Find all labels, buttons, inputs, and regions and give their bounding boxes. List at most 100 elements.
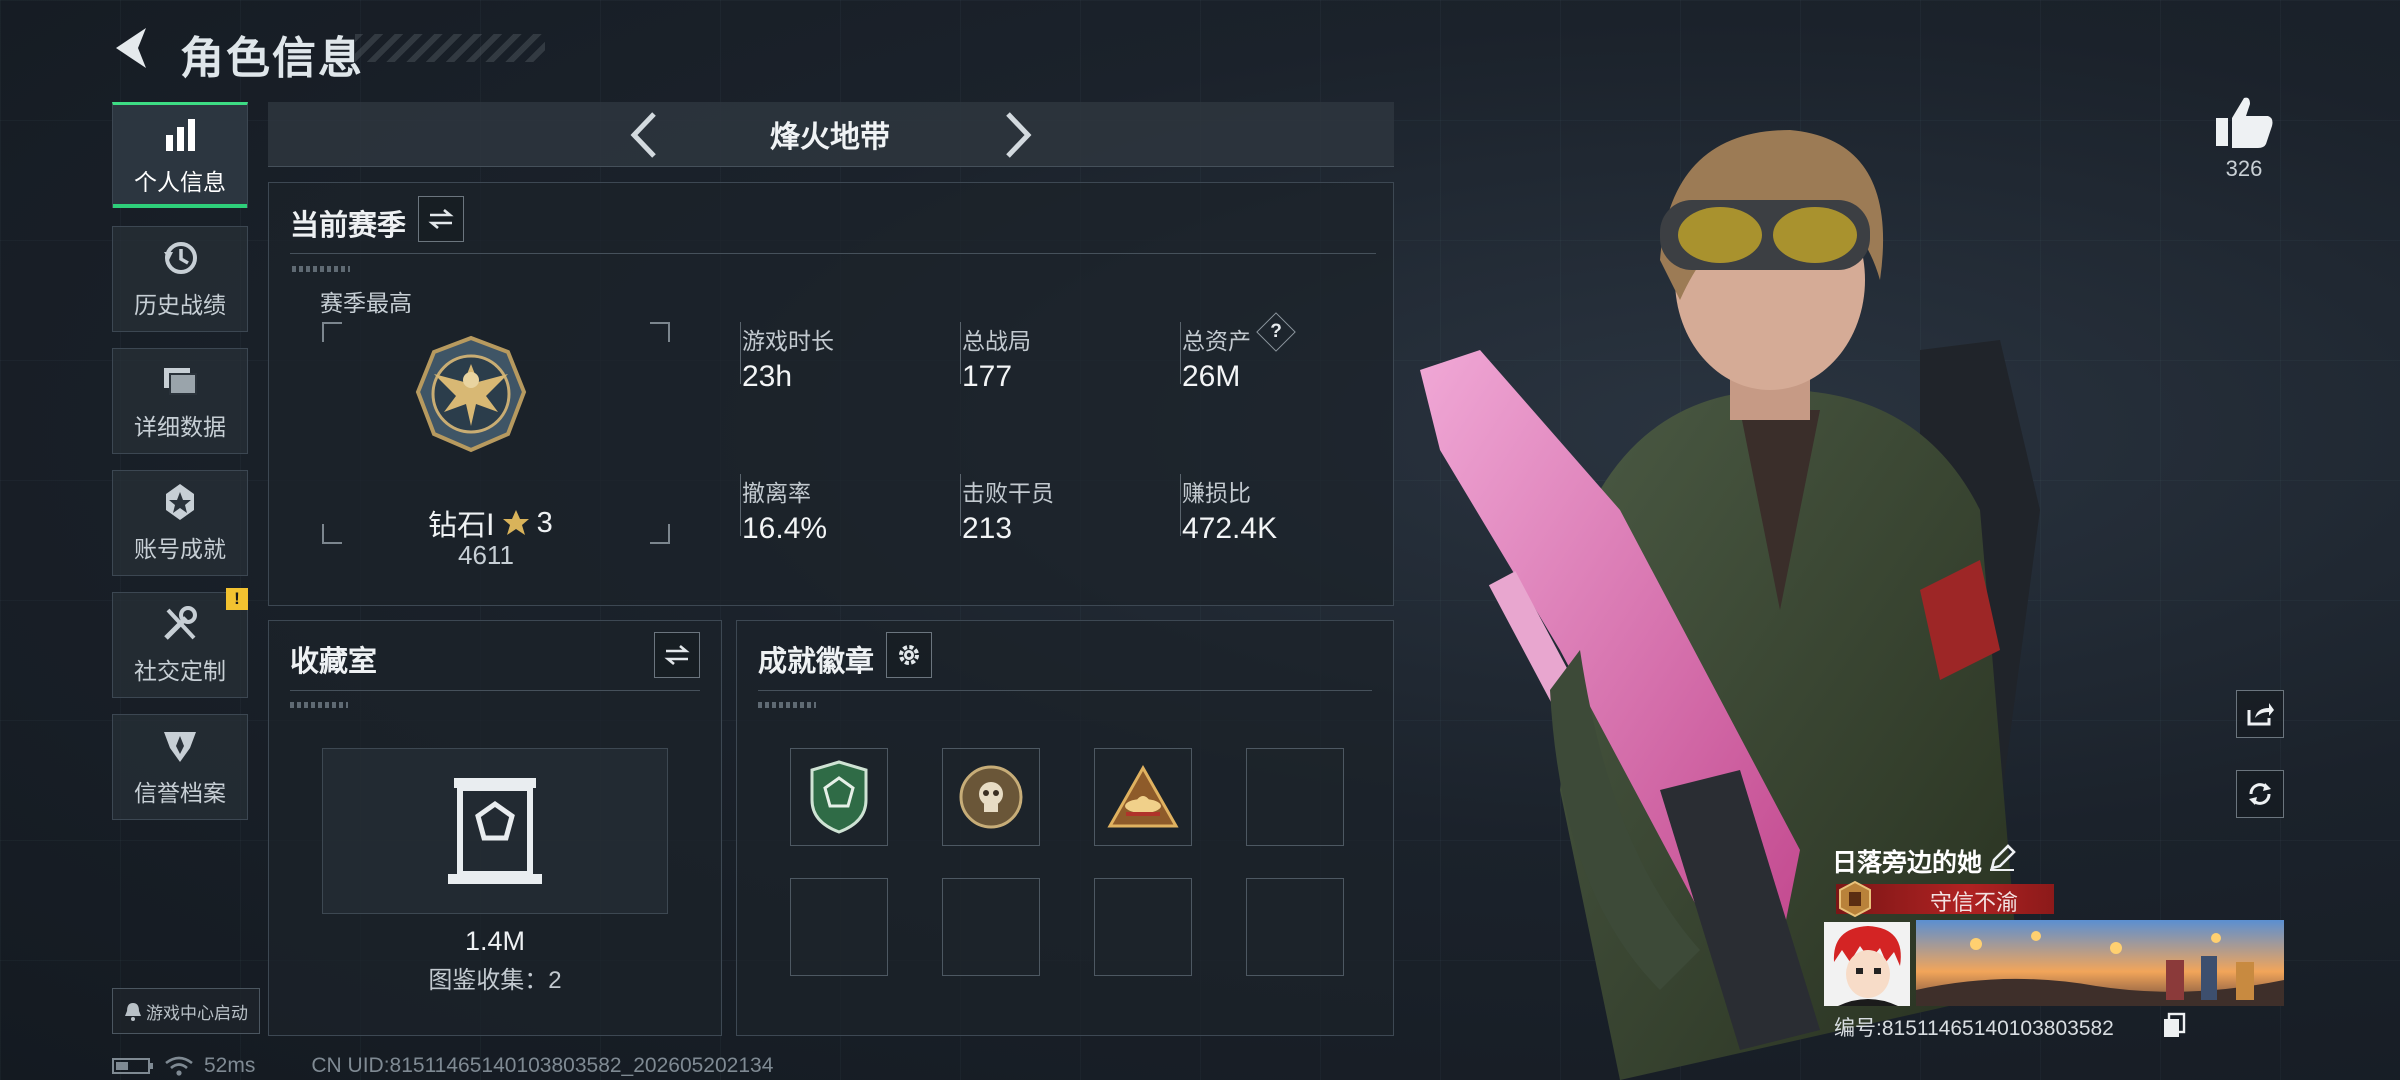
edit-pencil-icon[interactable] xyxy=(1988,844,2016,872)
copy-icon[interactable] xyxy=(2162,1012,2186,1038)
game-center-launch-button[interactable]: 游戏中心启动 xyxy=(112,988,260,1034)
refresh-icon xyxy=(2249,783,2271,805)
share-icon xyxy=(2247,703,2274,726)
bell-icon xyxy=(125,1003,141,1021)
badge-slot[interactable] xyxy=(1094,748,1192,846)
chevron-left-icon[interactable] xyxy=(626,110,662,160)
stat-value-playtime: 23h xyxy=(742,360,793,393)
diamond-rank-emblem-icon xyxy=(415,335,527,453)
stat-value-profit-ratio: 472.4K xyxy=(1182,512,1278,545)
collection-vault-icon xyxy=(448,778,542,884)
season-swap-button[interactable] xyxy=(418,196,464,242)
folder-icon xyxy=(164,368,197,395)
stat-divider xyxy=(1180,322,1181,384)
nav-item-achievements[interactable]: 账号成就 xyxy=(112,470,248,576)
dash-decoration xyxy=(290,702,348,708)
swap-arrows-icon xyxy=(428,209,454,229)
badge-slot[interactable] xyxy=(942,748,1040,846)
frame-corner xyxy=(650,524,670,544)
nav-item-personal-info[interactable]: 个人信息 xyxy=(112,102,248,208)
bar-chart-icon xyxy=(166,119,195,151)
title-emblem-icon xyxy=(1839,880,1871,918)
stat-value-kills: 213 xyxy=(962,512,1013,545)
help-icon[interactable]: ? xyxy=(1262,318,1290,346)
stat-value-total-matches: 177 xyxy=(962,360,1013,393)
thumbs-up-icon[interactable] xyxy=(2212,94,2276,150)
frame-corner xyxy=(322,524,342,544)
dash-decoration xyxy=(292,266,350,272)
player-name: 日落旁边的她 xyxy=(1832,849,1983,877)
badges-title: 成就徽章 xyxy=(758,646,875,678)
page-title: 角色信息 xyxy=(180,34,364,83)
rank-stars: 3 xyxy=(536,506,553,539)
share-button[interactable] xyxy=(2236,690,2284,738)
season-best-label: 赛季最高 xyxy=(320,290,412,316)
nav-label: 历史战绩 xyxy=(134,292,226,318)
dash-decoration xyxy=(758,702,816,708)
stat-label-kills: 击败干员 xyxy=(962,480,1054,506)
refresh-button[interactable] xyxy=(2236,770,2284,818)
warning-badge: ! xyxy=(226,588,248,610)
badge-slot-empty[interactable] xyxy=(790,878,888,976)
like-count: 326 xyxy=(2225,156,2263,181)
badge-slot[interactable] xyxy=(790,748,888,846)
player-banner[interactable] xyxy=(1916,920,2284,1006)
badge-slot-empty[interactable] xyxy=(942,878,1040,976)
history-clock-icon xyxy=(164,242,197,274)
nav-item-credit[interactable]: 信誉档案 xyxy=(112,714,248,820)
stat-label-total-assets: 总资产 xyxy=(1182,328,1251,354)
rank-score: 4611 xyxy=(458,540,514,570)
frame-corner xyxy=(650,322,670,342)
stat-divider xyxy=(1180,474,1181,536)
collection-title: 收藏室 xyxy=(290,646,378,678)
nav-label: 信誉档案 xyxy=(134,780,226,806)
title-tag-text: 守信不渝 xyxy=(1930,890,2019,915)
badges-settings-button[interactable] xyxy=(886,632,932,678)
stat-label-extract-rate: 撤离率 xyxy=(742,480,811,506)
collection-count: 图鉴收集：2 xyxy=(428,967,562,994)
current-season-title: 当前赛季 xyxy=(290,210,407,242)
stat-label-playtime: 游戏时长 xyxy=(742,328,834,354)
credit-shield-icon xyxy=(164,732,196,762)
status-row: 52ms CN UID:81511465140103803582_2026052… xyxy=(112,1054,773,1078)
stat-divider xyxy=(740,474,741,536)
collection-swap-button[interactable] xyxy=(654,632,700,678)
player-id: 编号:81511465140103803582 xyxy=(1834,1017,2114,1040)
player-avatar[interactable] xyxy=(1824,922,1910,1006)
swap-arrows-icon xyxy=(664,645,690,665)
nav-label: 社交定制 xyxy=(134,658,226,684)
chevron-right-icon[interactable] xyxy=(1000,110,1036,160)
launch-label: 游戏中心启动 xyxy=(146,1003,248,1023)
back-arrow-icon[interactable] xyxy=(108,24,154,72)
rank-line: 钻石Ⅰ 3 xyxy=(428,502,553,544)
badge-slot-empty[interactable] xyxy=(1094,878,1192,976)
divider xyxy=(290,690,700,691)
stat-divider xyxy=(960,474,961,536)
star-icon xyxy=(502,510,529,535)
stat-label-profit-ratio: 赚损比 xyxy=(1182,480,1251,506)
triangle-hat-badge-icon xyxy=(1107,764,1179,828)
rank-name: 钻石Ⅰ xyxy=(428,510,495,542)
divider xyxy=(290,253,1376,254)
stat-label-total-matches: 总战局 xyxy=(962,328,1031,354)
nav-label: 账号成就 xyxy=(134,536,226,562)
stat-divider xyxy=(960,322,961,384)
gear-icon xyxy=(899,645,919,665)
stat-value-extract-rate: 16.4% xyxy=(742,512,828,545)
battery-icon xyxy=(112,1058,153,1074)
achievement-star-icon xyxy=(166,484,194,520)
ping: 52ms xyxy=(204,1054,256,1077)
title-stripe-decoration xyxy=(355,34,545,62)
uid-text: CN UID:81511465140103803582_202605202134 xyxy=(311,1054,774,1077)
stat-value-total-assets: 26M xyxy=(1182,360,1241,393)
wifi-icon xyxy=(165,1056,193,1076)
badge-slot-empty[interactable] xyxy=(1246,878,1344,976)
badge-slot-empty[interactable] xyxy=(1246,748,1344,846)
nav-item-detailed-data[interactable]: 详细数据 xyxy=(112,348,248,454)
collection-value: 1.4M xyxy=(464,926,526,956)
stat-divider xyxy=(740,322,741,384)
nav-label: 个人信息 xyxy=(134,169,226,195)
nav-label: 详细数据 xyxy=(134,414,226,440)
nav-item-history[interactable]: 历史战绩 xyxy=(112,226,248,332)
frame-corner xyxy=(322,322,342,342)
